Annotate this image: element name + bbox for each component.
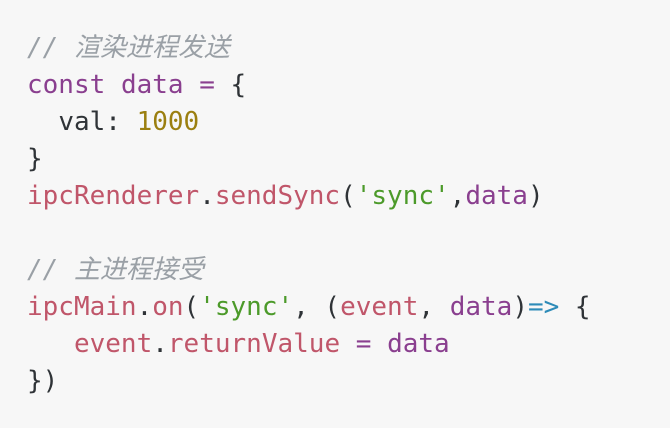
code-token: returnValue bbox=[167, 329, 341, 359]
code-token: ipcRenderer bbox=[27, 181, 200, 211]
code-token: val bbox=[58, 107, 106, 137]
code-token: { bbox=[559, 292, 591, 322]
code-token: data bbox=[120, 70, 184, 100]
code-token: 'sync' bbox=[199, 292, 294, 322]
code-line: event.returnValue = data bbox=[27, 326, 591, 363]
code-token: { bbox=[214, 70, 247, 100]
code-token: on bbox=[152, 292, 184, 322]
code-line: ipcRenderer.sendSync('sync',data) bbox=[27, 178, 591, 215]
code-token: ( bbox=[183, 292, 200, 322]
code-line: const data = { bbox=[27, 67, 591, 104]
code-token: // 主进程接受 bbox=[27, 255, 204, 285]
code-token: = bbox=[199, 70, 215, 100]
code-token: const bbox=[27, 70, 106, 100]
code-token: sendSync bbox=[214, 181, 341, 211]
code-token: ) bbox=[512, 292, 528, 322]
code-token: // 渲染进程发送 bbox=[27, 33, 230, 63]
code-token: 1000 bbox=[136, 107, 200, 137]
code-token: ipcMain bbox=[27, 292, 137, 322]
code-token: data bbox=[449, 292, 513, 322]
code-line: ipcMain.on('sync', (event, data)=> { bbox=[27, 289, 591, 326]
code-token: = bbox=[355, 329, 372, 359]
code-token: 'sync' bbox=[355, 181, 450, 211]
code-token: , ( bbox=[293, 292, 341, 322]
code-line: } bbox=[27, 141, 591, 178]
code-token: . bbox=[136, 292, 153, 322]
code-token: , bbox=[449, 181, 466, 211]
code-token: . bbox=[199, 181, 215, 211]
code-token: , bbox=[418, 292, 450, 322]
code-line: // 渲染进程发送 bbox=[27, 30, 591, 67]
code-token: event bbox=[73, 329, 153, 359]
code-token: } bbox=[27, 144, 43, 174]
code-token: data bbox=[465, 181, 528, 211]
code-line: // 主进程接受 bbox=[27, 252, 591, 289]
code-token: => bbox=[527, 292, 560, 322]
code-line: val: 1000 bbox=[27, 104, 591, 141]
code-token: event bbox=[340, 292, 419, 322]
code-token: ) bbox=[527, 181, 544, 211]
code-panel: // 渲染进程发送 const data = { val: 1000} ipcRen… bbox=[0, 0, 670, 428]
code-token: : bbox=[105, 107, 137, 137]
code-line: }) bbox=[27, 363, 591, 400]
code-token: ( bbox=[340, 181, 356, 211]
code-token: . bbox=[152, 329, 168, 359]
code-token: data bbox=[387, 329, 450, 359]
code-token: }) bbox=[27, 366, 59, 396]
code-block[interactable]: // 渲染进程发送 const data = { val: 1000} ipcRen… bbox=[27, 30, 591, 400]
